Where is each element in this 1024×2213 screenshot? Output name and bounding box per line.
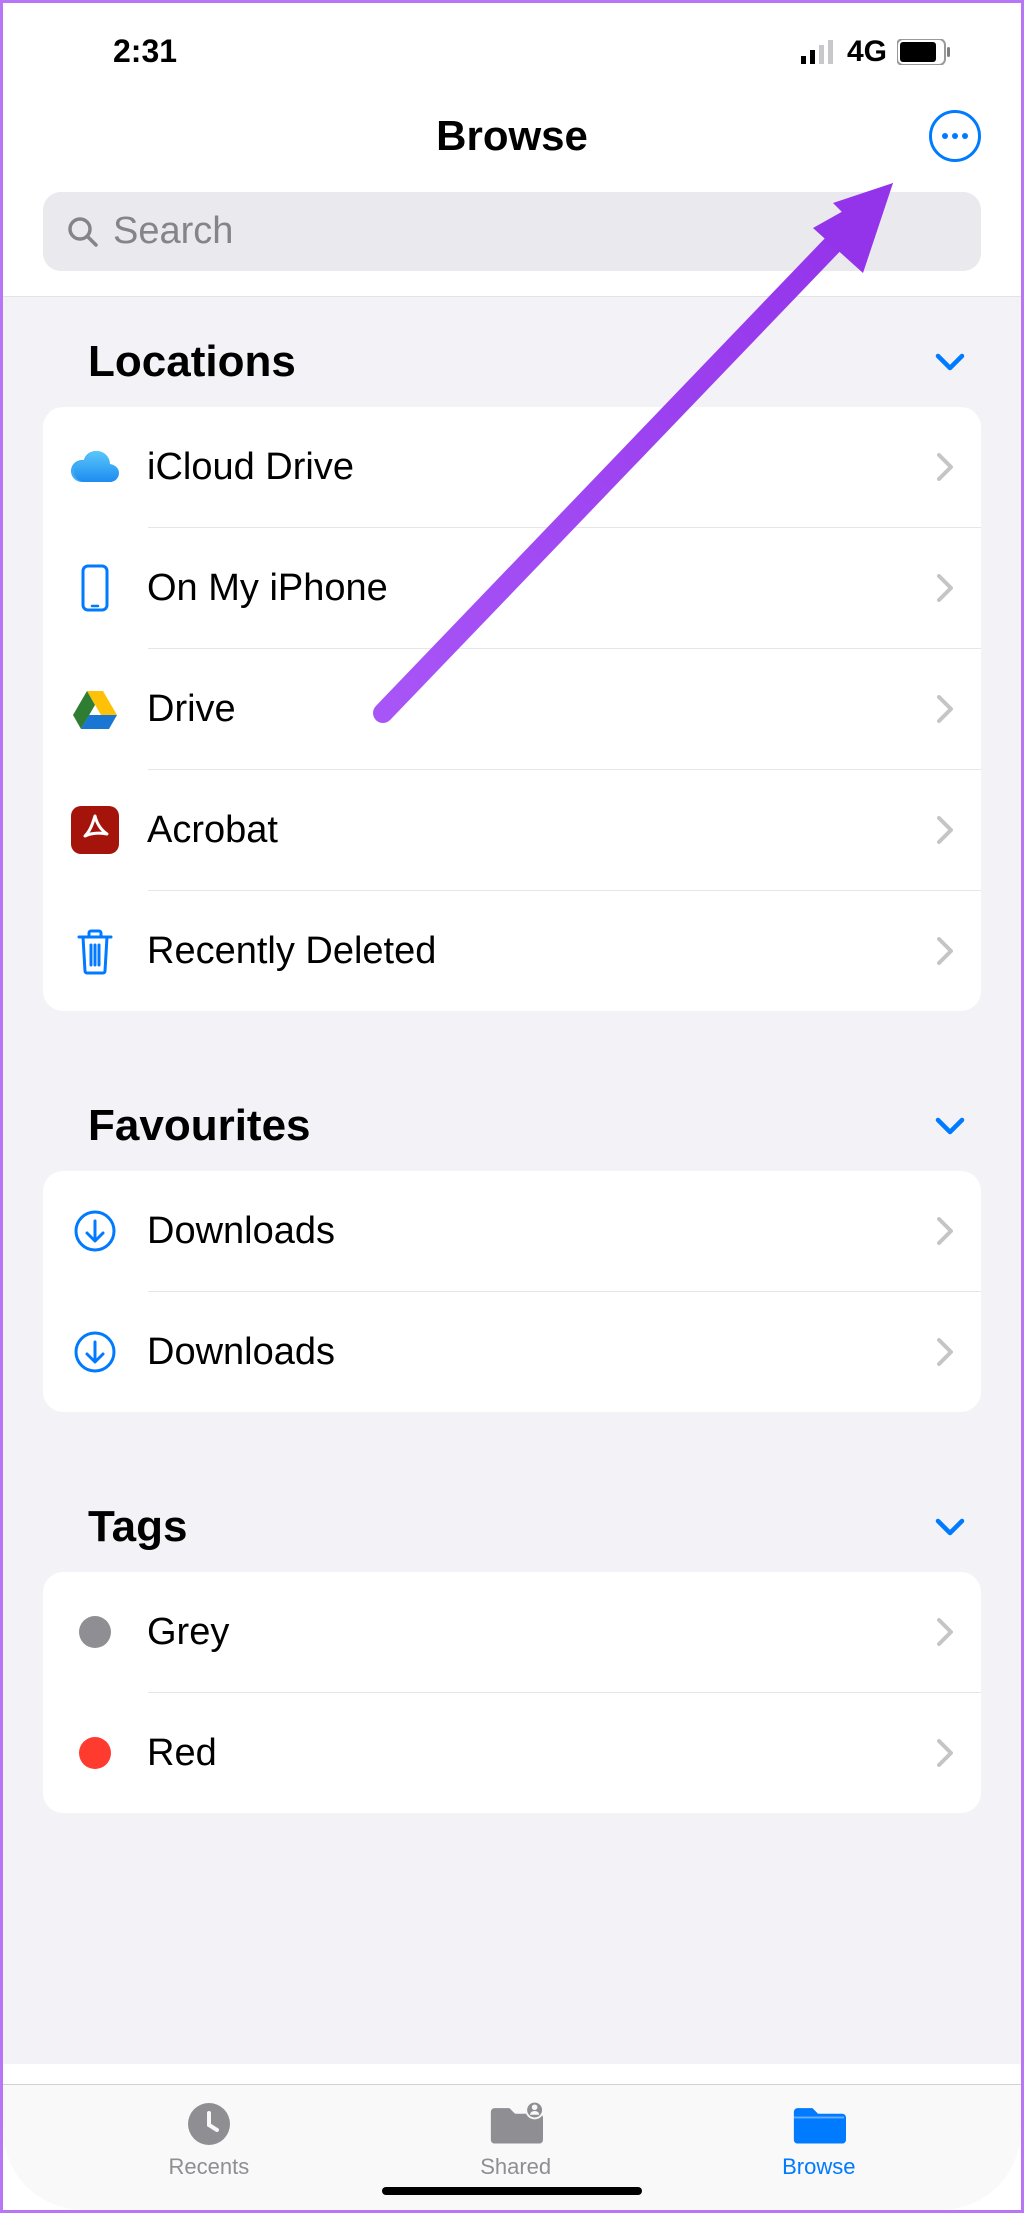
gdrive-icon	[71, 685, 119, 733]
chevron-down-icon	[934, 1116, 966, 1136]
status-time: 2:31	[113, 33, 177, 70]
chevron-right-icon	[937, 816, 953, 844]
page-title: Browse	[95, 112, 929, 160]
tag-dot-icon	[71, 1729, 119, 1777]
icloud-icon	[71, 443, 119, 491]
favourites-group: Downloads Downloads	[43, 1171, 981, 1412]
header: Browse Search	[3, 80, 1021, 297]
signal-icon	[801, 40, 837, 64]
download-icon	[71, 1207, 119, 1255]
tab-label: Recents	[168, 2154, 249, 2180]
favourites-title: Favourites	[88, 1101, 311, 1151]
location-acrobat[interactable]: Acrobat	[43, 770, 981, 890]
trash-icon	[71, 927, 119, 975]
tab-browse[interactable]: Browse	[782, 2100, 855, 2180]
row-label: Recently Deleted	[147, 930, 909, 973]
chevron-right-icon	[937, 453, 953, 481]
chevron-right-icon	[937, 1739, 953, 1767]
content: Locations iCloud Drive On My iPhone	[3, 297, 1021, 2064]
shared-folder-icon	[489, 2100, 543, 2148]
chevron-down-icon	[934, 1517, 966, 1537]
tab-label: Shared	[480, 2154, 551, 2180]
chevron-right-icon	[937, 937, 953, 965]
row-label: Downloads	[147, 1210, 909, 1253]
network-label: 4G	[847, 35, 887, 69]
location-drive[interactable]: Drive	[43, 649, 981, 769]
acrobat-icon	[71, 806, 119, 854]
favourite-downloads-1[interactable]: Downloads	[43, 1171, 981, 1291]
row-label: Downloads	[147, 1331, 909, 1374]
chevron-right-icon	[937, 1618, 953, 1646]
row-label: iCloud Drive	[147, 446, 909, 489]
search-icon	[67, 216, 99, 248]
chevron-right-icon	[937, 1217, 953, 1245]
locations-header[interactable]: Locations	[3, 317, 1021, 407]
row-label: Acrobat	[147, 809, 909, 852]
chevron-down-icon	[934, 352, 966, 372]
location-iphone[interactable]: On My iPhone	[43, 528, 981, 648]
chevron-right-icon	[937, 1338, 953, 1366]
status-right: 4G	[801, 35, 951, 69]
locations-group: iCloud Drive On My iPhone Drive	[43, 407, 981, 1011]
search-placeholder: Search	[113, 210, 233, 253]
status-bar: 2:31 4G	[3, 3, 1021, 80]
location-icloud[interactable]: iCloud Drive	[43, 407, 981, 527]
favourites-header[interactable]: Favourites	[3, 1081, 1021, 1171]
tags-group: Grey Red	[43, 1572, 981, 1813]
row-label: On My iPhone	[147, 567, 909, 610]
clock-icon	[182, 2100, 236, 2148]
search-input[interactable]: Search	[43, 192, 981, 271]
row-label: Red	[147, 1732, 909, 1775]
row-label: Grey	[147, 1611, 909, 1654]
chevron-right-icon	[937, 574, 953, 602]
locations-title: Locations	[88, 337, 296, 387]
home-indicator[interactable]	[382, 2187, 642, 2195]
tag-dot-icon	[71, 1608, 119, 1656]
favourite-downloads-2[interactable]: Downloads	[43, 1292, 981, 1412]
location-recently-deleted[interactable]: Recently Deleted	[43, 891, 981, 1011]
tags-title: Tags	[88, 1502, 187, 1552]
chevron-right-icon	[937, 695, 953, 723]
tab-label: Browse	[782, 2154, 855, 2180]
row-label: Drive	[147, 688, 909, 731]
download-icon	[71, 1328, 119, 1376]
tab-shared[interactable]: Shared	[480, 2100, 551, 2180]
battery-icon	[897, 39, 951, 65]
tab-recents[interactable]: Recents	[168, 2100, 249, 2180]
iphone-icon	[71, 564, 119, 612]
ellipsis-icon	[941, 132, 969, 140]
tags-header[interactable]: Tags	[3, 1482, 1021, 1572]
tag-red[interactable]: Red	[43, 1693, 981, 1813]
more-button[interactable]	[929, 110, 981, 162]
tag-grey[interactable]: Grey	[43, 1572, 981, 1692]
folder-icon	[792, 2100, 846, 2148]
